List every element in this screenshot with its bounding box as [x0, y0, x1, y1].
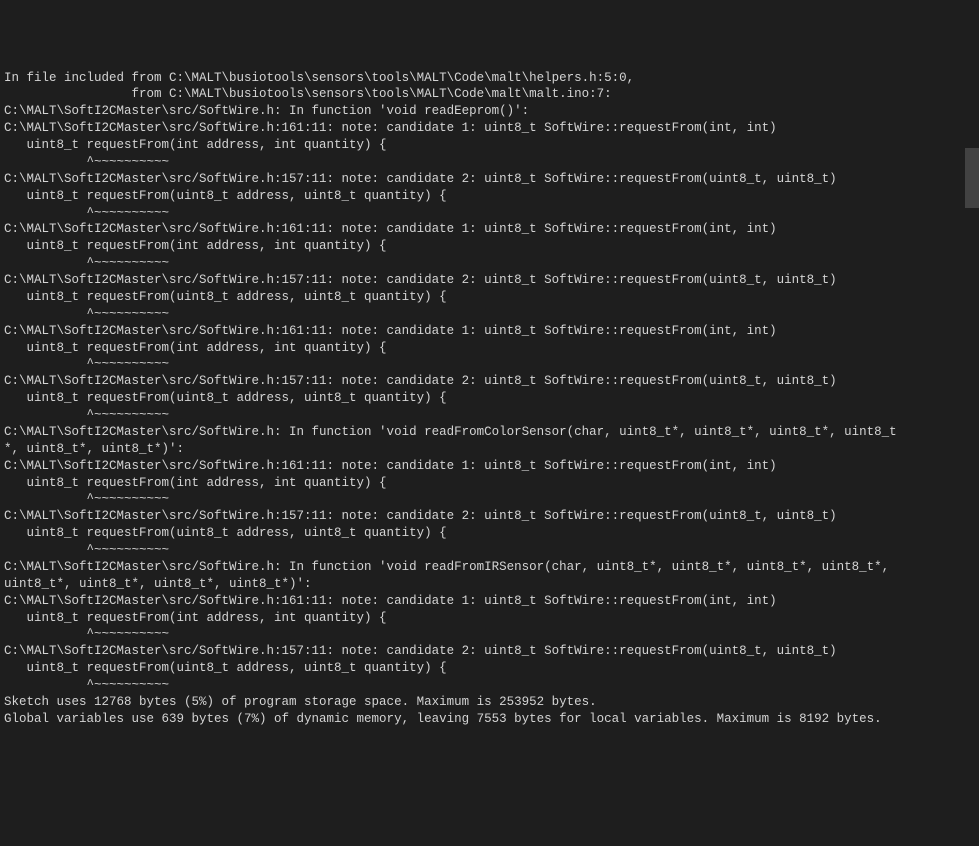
scrollbar-thumb[interactable] — [965, 148, 979, 208]
console-line: ^~~~~~~~~~~ — [4, 542, 975, 559]
console-line: *, uint8_t*, uint8_t*)': — [4, 441, 975, 458]
console-line: Sketch uses 12768 bytes (5%) of program … — [4, 694, 975, 711]
console-line: uint8_t requestFrom(int address, int qua… — [4, 238, 975, 255]
console-line: ^~~~~~~~~~~ — [4, 205, 975, 222]
scrollbar-track[interactable] — [965, 0, 979, 704]
console-line: C:\MALT\SoftI2CMaster\src/SoftWire.h:157… — [4, 171, 975, 188]
console-output: In file included from C:\MALT\busiotools… — [4, 70, 975, 728]
console-line: uint8_t requestFrom(int address, int qua… — [4, 137, 975, 154]
console-line: C:\MALT\SoftI2CMaster\src/SoftWire.h:157… — [4, 643, 975, 660]
console-line: C:\MALT\SoftI2CMaster\src/SoftWire.h:161… — [4, 221, 975, 238]
console-line: ^~~~~~~~~~~ — [4, 306, 975, 323]
console-line: uint8_t requestFrom(uint8_t address, uin… — [4, 525, 975, 542]
console-line: C:\MALT\SoftI2CMaster\src/SoftWire.h: In… — [4, 103, 975, 120]
console-line: uint8_t requestFrom(uint8_t address, uin… — [4, 660, 975, 677]
console-line: ^~~~~~~~~~~ — [4, 626, 975, 643]
console-line: uint8_t requestFrom(int address, int qua… — [4, 475, 975, 492]
console-line: C:\MALT\SoftI2CMaster\src/SoftWire.h: In… — [4, 559, 975, 576]
console-line: uint8_t requestFrom(uint8_t address, uin… — [4, 390, 975, 407]
console-line: C:\MALT\SoftI2CMaster\src/SoftWire.h:161… — [4, 120, 975, 137]
console-line: ^~~~~~~~~~~ — [4, 491, 975, 508]
console-line: ^~~~~~~~~~~ — [4, 356, 975, 373]
console-line: ^~~~~~~~~~~ — [4, 154, 975, 171]
console-line: C:\MALT\SoftI2CMaster\src/SoftWire.h:157… — [4, 373, 975, 390]
console-line: C:\MALT\SoftI2CMaster\src/SoftWire.h:161… — [4, 458, 975, 475]
console-line: C:\MALT\SoftI2CMaster\src/SoftWire.h:157… — [4, 508, 975, 525]
console-line: C:\MALT\SoftI2CMaster\src/SoftWire.h:161… — [4, 593, 975, 610]
console-line: ^~~~~~~~~~~ — [4, 677, 975, 694]
console-line: C:\MALT\SoftI2CMaster\src/SoftWire.h: In… — [4, 424, 975, 441]
console-line: uint8_t requestFrom(int address, int qua… — [4, 340, 975, 357]
console-line: uint8_t requestFrom(int address, int qua… — [4, 610, 975, 627]
console-line: uint8_t requestFrom(uint8_t address, uin… — [4, 188, 975, 205]
console-line: ^~~~~~~~~~~ — [4, 407, 975, 424]
console-line: C:\MALT\SoftI2CMaster\src/SoftWire.h:161… — [4, 323, 975, 340]
console-line: Global variables use 639 bytes (7%) of d… — [4, 711, 975, 728]
console-line: uint8_t*, uint8_t*, uint8_t*, uint8_t*)'… — [4, 576, 975, 593]
console-line: from C:\MALT\busiotools\sensors\tools\MA… — [4, 86, 975, 103]
console-line: ^~~~~~~~~~~ — [4, 255, 975, 272]
console-line: C:\MALT\SoftI2CMaster\src/SoftWire.h:157… — [4, 272, 975, 289]
console-line: In file included from C:\MALT\busiotools… — [4, 70, 975, 87]
console-line: uint8_t requestFrom(uint8_t address, uin… — [4, 289, 975, 306]
